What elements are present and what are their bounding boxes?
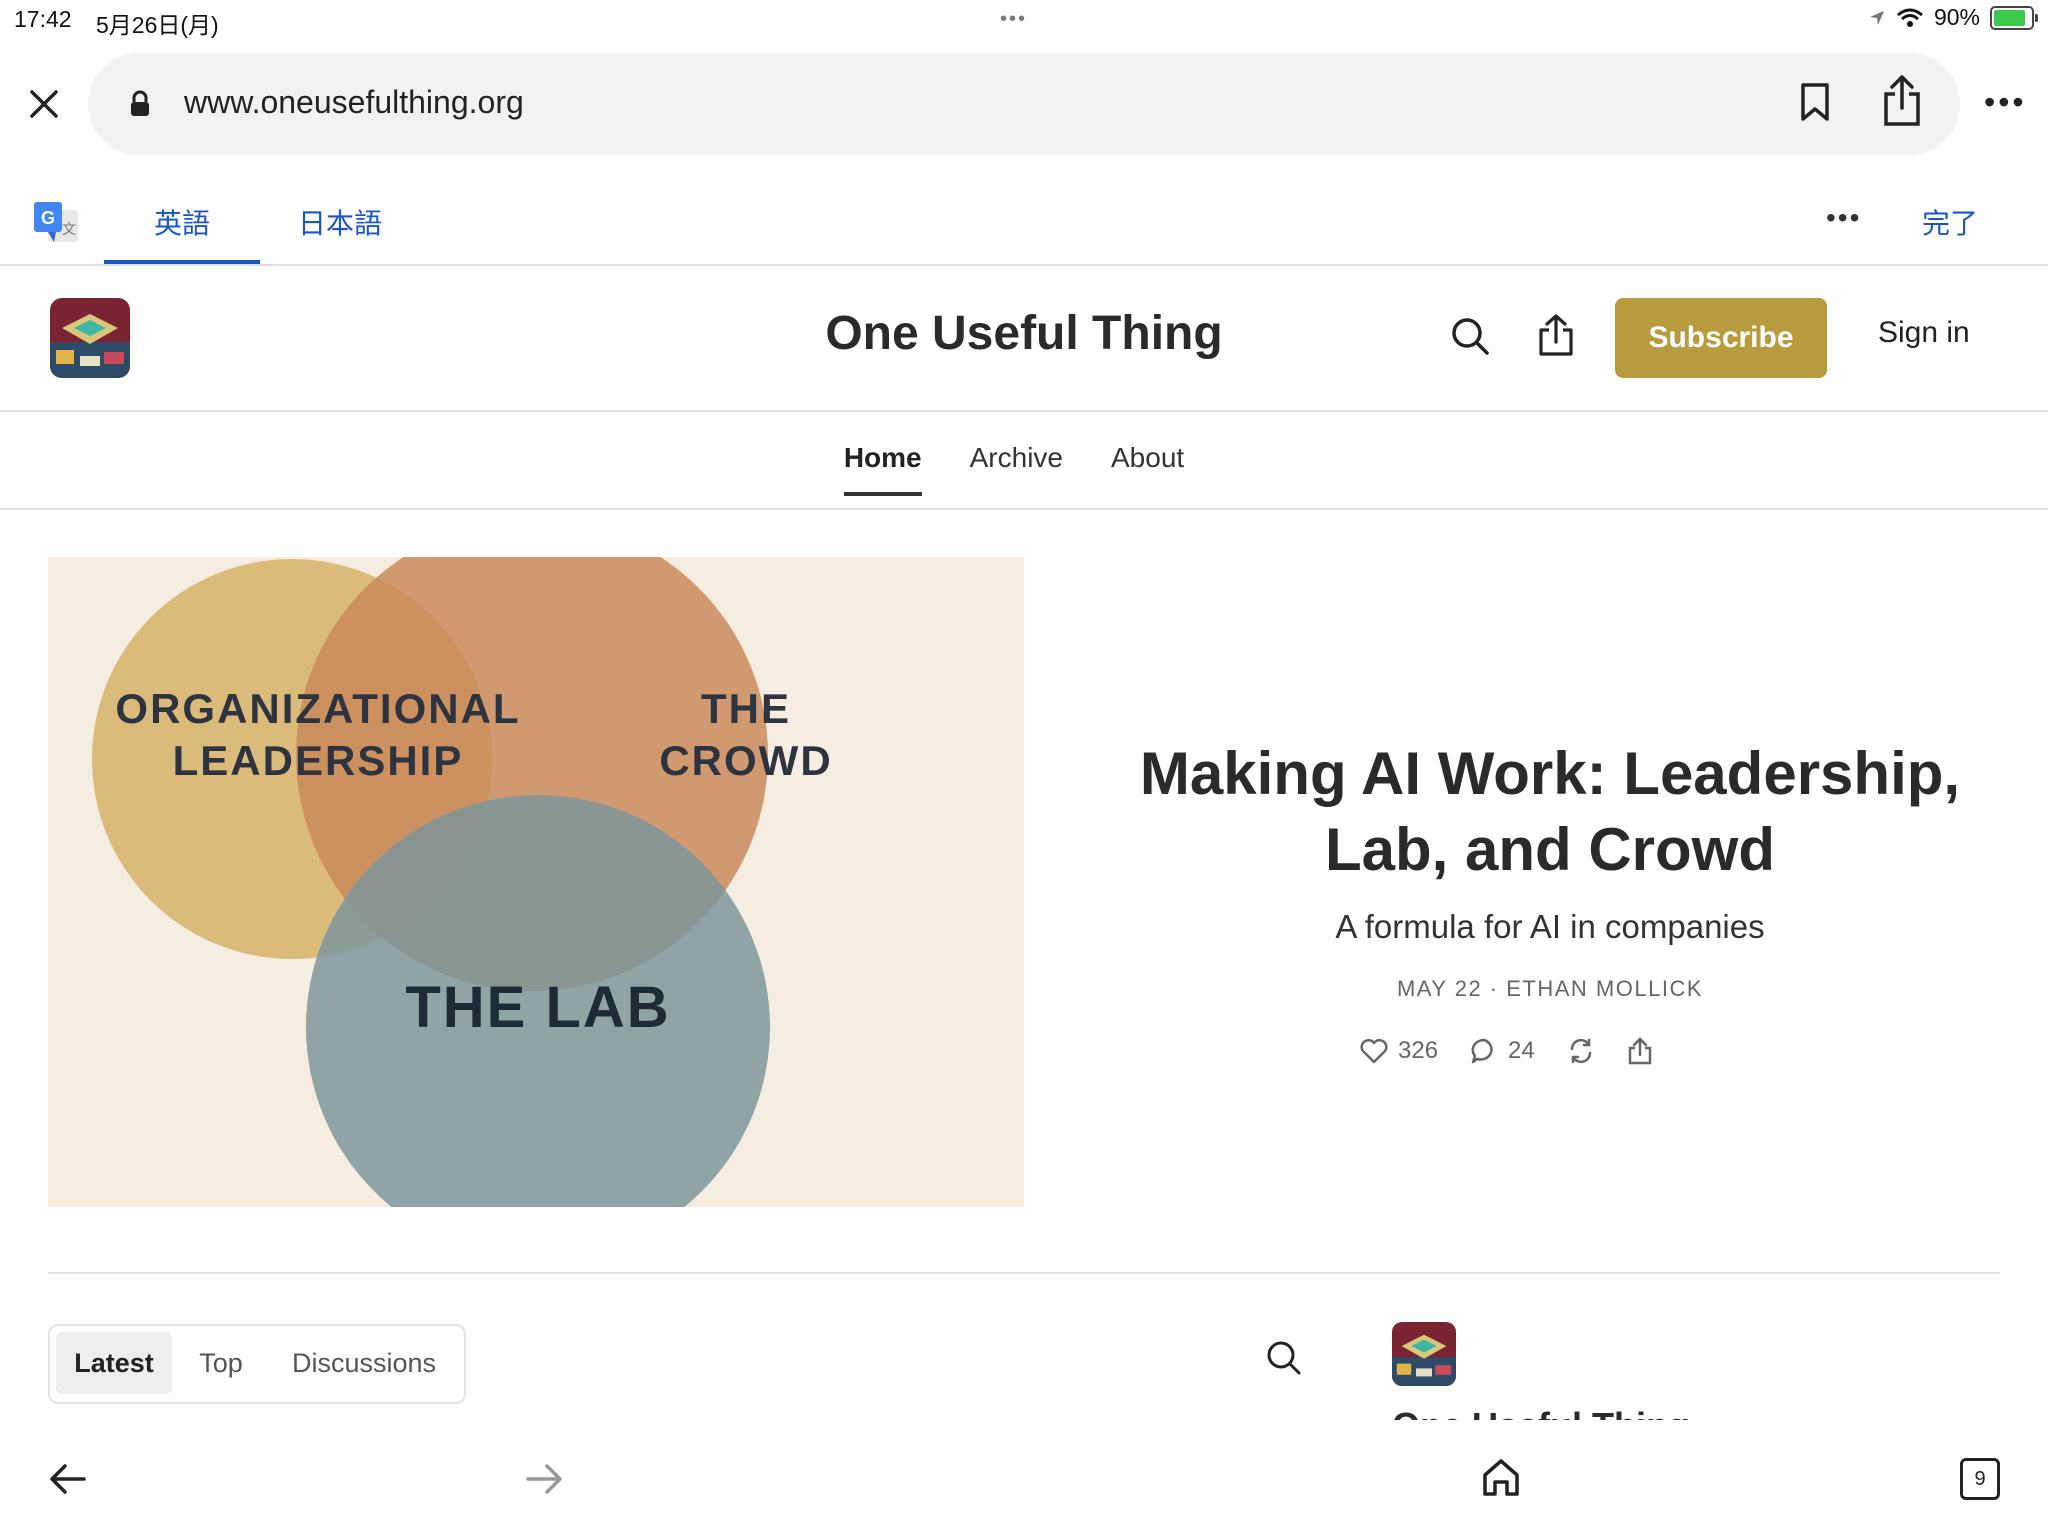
divider: [0, 508, 2048, 510]
venn-label-lab: THE LAB: [405, 975, 670, 1040]
svg-text:文: 文: [62, 222, 76, 238]
tab-target-language[interactable]: 日本語: [290, 202, 390, 242]
location-icon: [1869, 10, 1884, 25]
svg-text:G: G: [41, 208, 55, 228]
site-nav: Home Archive About: [0, 442, 2048, 496]
article-share-button[interactable]: [1627, 1036, 1653, 1066]
forward-arrow-icon[interactable]: [524, 1462, 564, 1501]
share-icon: [1628, 1037, 1651, 1065]
lock-icon: [128, 90, 152, 123]
sign-in-button[interactable]: Sign in: [1878, 316, 1970, 350]
back-arrow-icon[interactable]: [48, 1462, 88, 1501]
like-count: 326: [1398, 1037, 1439, 1064]
tab-latest[interactable]: Latest: [56, 1332, 172, 1394]
close-icon[interactable]: [22, 82, 66, 126]
restack-button[interactable]: [1567, 1037, 1595, 1065]
article-subtitle: A formula for AI in companies: [1335, 908, 1765, 945]
share-icon[interactable]: [1536, 312, 1576, 363]
tab-switcher-button[interactable]: 9: [1960, 1458, 2000, 1500]
comment-count: 24: [1508, 1037, 1535, 1064]
article-actions: 326 24: [1360, 1036, 1653, 1066]
wifi-icon: [1896, 8, 1923, 27]
home-icon[interactable]: [1480, 1456, 1522, 1503]
google-translate-icon[interactable]: 文 G: [32, 200, 80, 251]
search-icon[interactable]: [1266, 1340, 1302, 1381]
tab-discussions[interactable]: Discussions: [276, 1332, 452, 1394]
nav-about[interactable]: About: [1111, 442, 1184, 496]
like-button[interactable]: 326: [1360, 1037, 1438, 1065]
share-icon[interactable]: [1880, 74, 1924, 133]
divider: [0, 410, 2048, 412]
restack-icon: [1570, 1038, 1591, 1064]
status-time: 17:42: [14, 6, 72, 32]
heart-icon: [1360, 1038, 1388, 1064]
battery-icon: [1990, 5, 2038, 30]
nav-archive[interactable]: Archive: [970, 442, 1063, 496]
translate-more-icon[interactable]: •••: [1826, 204, 1861, 232]
more-options-icon[interactable]: •••: [1984, 86, 2027, 118]
sidebar-site-logo[interactable]: [1392, 1322, 1456, 1386]
divider: [48, 1272, 2000, 1274]
divider: [0, 264, 2048, 266]
tab-top[interactable]: Top: [186, 1332, 256, 1394]
subscribe-button[interactable]: Subscribe: [1615, 298, 1827, 378]
nav-home[interactable]: Home: [843, 442, 922, 496]
comment-button[interactable]: 24: [1470, 1037, 1535, 1065]
article-title[interactable]: Making AI Work: Leadership, Lab, and Cro…: [1080, 736, 2020, 888]
search-icon[interactable]: [1450, 316, 1490, 361]
comment-icon: [1471, 1038, 1493, 1064]
multitasking-dots-icon[interactable]: •••: [1000, 8, 1027, 31]
tab-source-language[interactable]: 英語: [104, 202, 260, 242]
bottom-toolbar: [0, 1420, 2048, 1536]
battery-percent: 90%: [1933, 4, 1980, 30]
status-date: 5月26日(月): [96, 12, 219, 38]
url-text[interactable]: www.oneusefulthing.org: [184, 84, 524, 121]
translate-done-button[interactable]: 完了: [1922, 202, 1978, 242]
status-right: 90%: [1868, 4, 2038, 31]
article-meta: MAY 22 · ETHAN MOLLICK: [1396, 976, 1704, 1001]
hero-image[interactable]: ORGANIZATIONAL LEADERSHIP THE CROWD THE LA…: [48, 557, 1024, 1207]
bookmark-icon[interactable]: [1798, 82, 1832, 127]
